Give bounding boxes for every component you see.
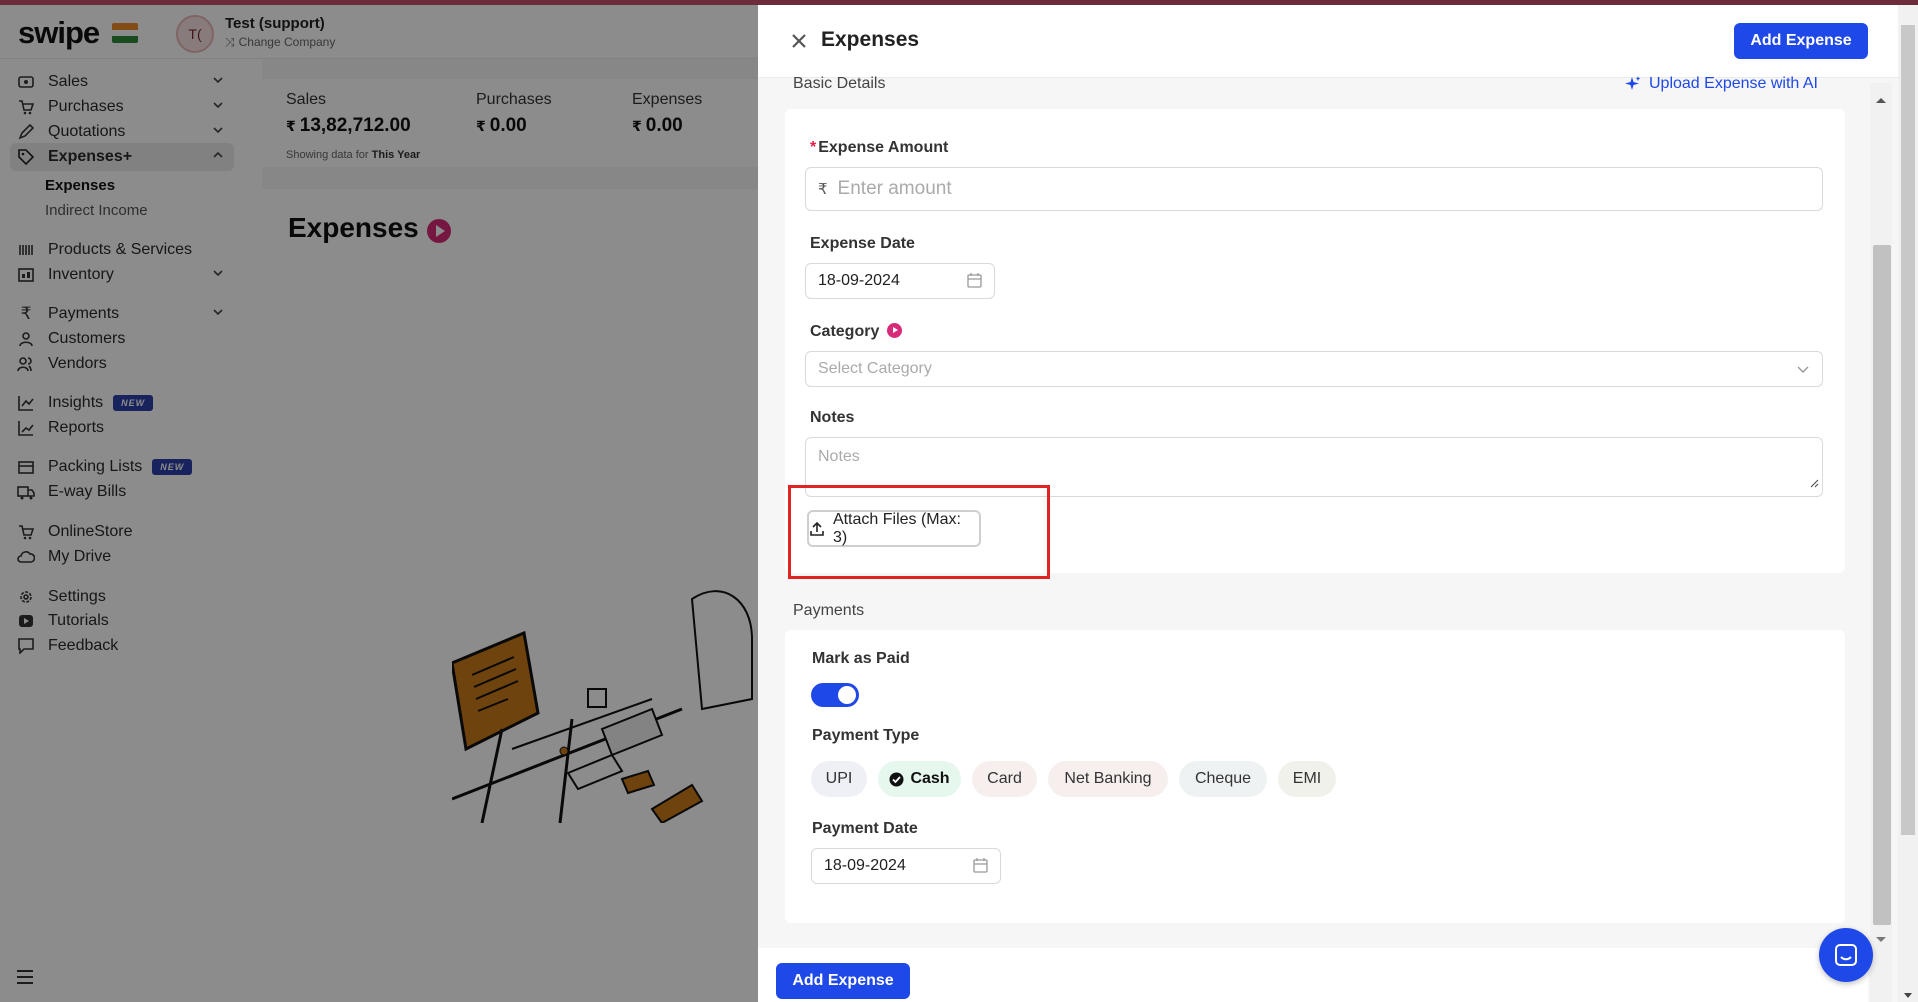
sparkle-icon [1625,76,1641,90]
add-expense-button[interactable]: Add Expense [1734,23,1868,59]
payment-type-cash[interactable]: Cash [878,761,961,797]
expense-amount-input[interactable]: ₹ Enter amount [805,167,1823,211]
scroll-down-icon[interactable] [1903,987,1913,1002]
resize-handle-icon[interactable] [1809,475,1819,493]
mark-as-paid-toggle[interactable] [811,683,859,707]
modal-overlay[interactable] [0,5,758,1002]
drawer-title: Expenses [821,28,920,51]
category-label: Category [810,323,903,341]
check-circle-icon [889,772,904,786]
basic-details-label: Basic Details [793,75,886,92]
payment-type-label: Payment Type [812,727,920,744]
window-scrollbar-thumb[interactable] [1901,25,1915,835]
category-select[interactable]: Select Category [805,351,1823,387]
upload-expense-ai-link[interactable]: Upload Expense with AI [1625,75,1818,93]
attach-files-button[interactable]: Attach Files (Max: 3) [807,510,981,547]
scroll-up-icon[interactable] [1875,91,1887,109]
payment-type-emi[interactable]: EMI [1278,761,1336,797]
expense-drawer: Expenses Add Expense Basic Details Uploa… [758,5,1898,1002]
amount-placeholder: Enter amount [837,178,952,199]
calendar-icon [967,273,982,293]
payments-label: Payments [793,602,865,619]
rupee-icon: ₹ [818,181,828,198]
payment-date-picker[interactable]: 18-09-2024 [811,848,1001,884]
play-video-icon[interactable] [887,323,903,338]
required-marker: * [810,139,817,156]
expense-date-picker[interactable]: 18-09-2024 [805,263,995,299]
payment-type-upi[interactable]: UPI [811,761,867,797]
payment-type-card[interactable]: Card [972,761,1037,797]
close-icon[interactable] [788,30,810,52]
upload-icon [810,521,824,536]
add-expense-footer-button[interactable]: Add Expense [776,963,910,999]
expense-amount-label: * Expense Amount [810,139,949,156]
expense-date-label: Expense Date [810,235,915,252]
mark-as-paid-label: Mark as Paid [812,650,910,667]
top-accent-bar [0,0,1918,5]
notes-label: Notes [810,409,855,426]
drawer-footer [758,948,1868,1002]
payment-type-cheque[interactable]: Cheque [1179,761,1267,797]
scroll-down-icon[interactable] [1875,931,1887,949]
calendar-icon [973,858,988,878]
window-scrollbar[interactable] [1898,5,1918,1002]
payment-type-net-banking[interactable]: Net Banking [1048,761,1168,797]
chat-support-icon[interactable] [1819,928,1873,982]
payment-date-label: Payment Date [812,820,918,837]
drawer-header: Expenses Add Expense [758,5,1898,78]
chevron-down-icon [1796,362,1810,381]
drawer-scrollbar-thumb[interactable] [1873,245,1891,925]
